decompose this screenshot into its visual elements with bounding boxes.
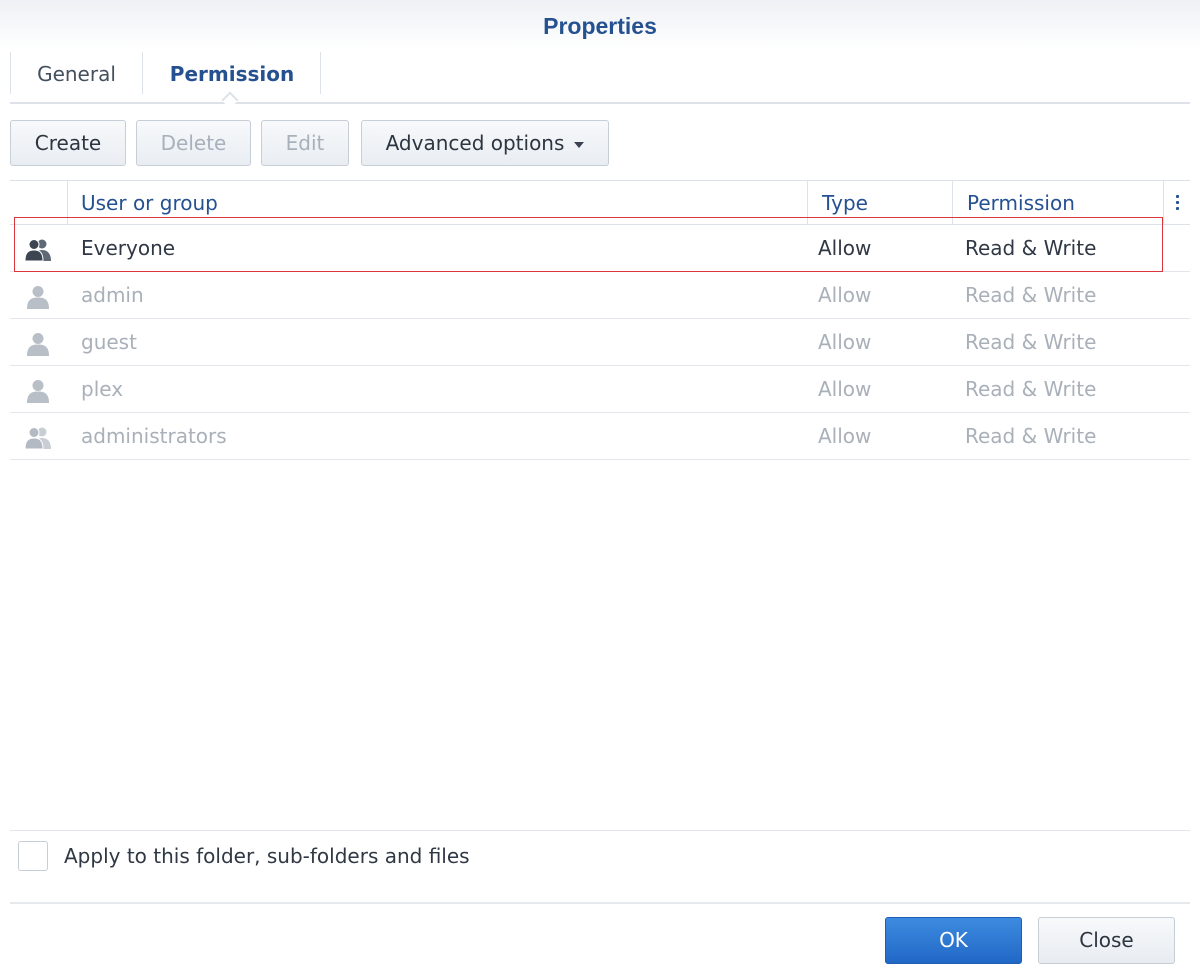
column-separator <box>67 181 68 225</box>
row-user-name: Everyone <box>81 236 176 260</box>
table-row[interactable]: admin Allow Read & Write <box>10 272 1190 319</box>
edit-button[interactable]: Edit <box>261 120 349 166</box>
column-separator <box>807 181 808 225</box>
row-user-name: administrators <box>81 424 227 448</box>
apply-recursive-label[interactable]: Apply to this folder, sub-folders and fi… <box>64 843 470 869</box>
apply-recursive-checkbox[interactable] <box>18 841 48 871</box>
user-icon <box>27 380 49 403</box>
row-permission: Read & Write <box>965 283 1097 307</box>
column-header-type[interactable]: Type <box>822 181 868 225</box>
delete-button[interactable]: Delete <box>136 120 251 166</box>
column-separator <box>1163 181 1164 225</box>
column-separator <box>952 181 953 225</box>
dialog-title: Properties <box>543 13 657 39</box>
group-icon <box>24 239 51 262</box>
column-menu-icon[interactable] <box>1176 195 1180 211</box>
user-icon <box>27 286 49 309</box>
column-header-user[interactable]: User or group <box>81 181 218 225</box>
divider <box>10 902 1190 904</box>
table-row[interactable]: plex Allow Read & Write <box>10 366 1190 413</box>
tab-bar: General Permission <box>10 52 1190 109</box>
column-header-permission[interactable]: Permission <box>967 181 1075 225</box>
row-permission: Read & Write <box>965 424 1097 448</box>
row-user-name: guest <box>81 330 137 354</box>
row-type: Allow <box>818 330 872 354</box>
table-row[interactable]: Everyone Allow Read & Write <box>10 225 1190 272</box>
tab-permission[interactable]: Permission <box>144 52 321 94</box>
table-row[interactable]: guest Allow Read & Write <box>10 319 1190 366</box>
row-user-name: admin <box>81 283 144 307</box>
create-button[interactable]: Create <box>10 120 126 166</box>
grid-header: User or group Type Permission <box>10 180 1190 225</box>
permission-grid: User or group Type Permission Everyone A… <box>10 180 1190 460</box>
active-tab-pointer <box>221 91 239 109</box>
row-user-name: plex <box>81 377 124 401</box>
table-row[interactable]: administrators Allow Read & Write <box>10 413 1190 460</box>
tab-general[interactable]: General <box>10 52 143 94</box>
close-button[interactable]: Close <box>1038 917 1175 964</box>
row-permission: Read & Write <box>965 330 1097 354</box>
advanced-options-label: Advanced options <box>385 131 565 155</box>
ok-button[interactable]: OK <box>885 917 1022 964</box>
row-type: Allow <box>818 424 872 448</box>
row-type: Allow <box>818 283 872 307</box>
user-icon <box>27 333 49 356</box>
dialog-titlebar: Properties <box>0 0 1200 50</box>
row-permission: Read & Write <box>965 236 1097 260</box>
row-type: Allow <box>818 377 872 401</box>
caret-down-icon <box>574 141 585 148</box>
advanced-options-dropdown[interactable]: Advanced options <box>361 120 609 166</box>
divider <box>10 830 1190 831</box>
row-type: Allow <box>818 236 872 260</box>
row-permission: Read & Write <box>965 377 1097 401</box>
group-icon <box>24 427 51 450</box>
